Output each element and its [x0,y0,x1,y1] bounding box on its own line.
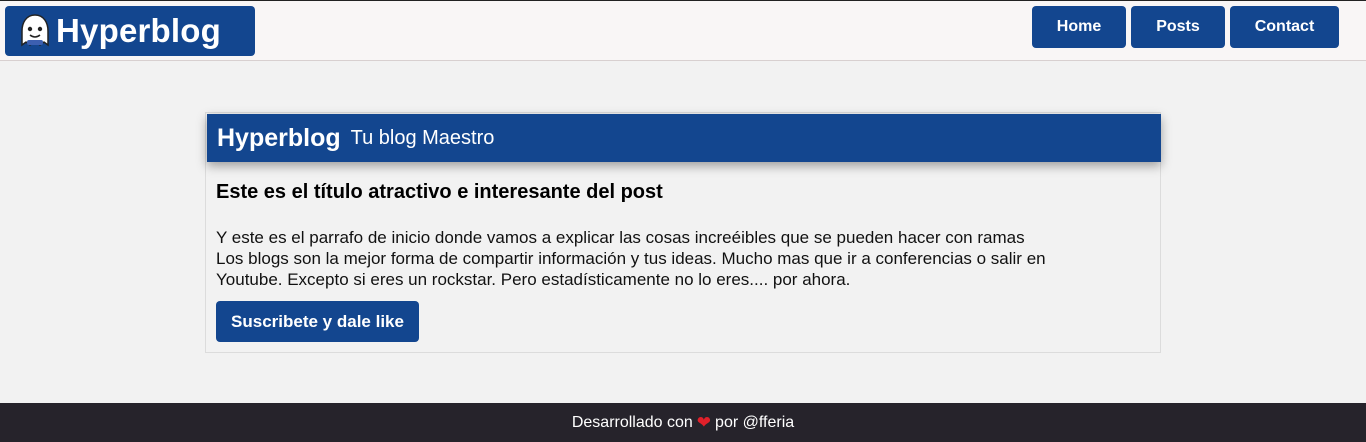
brand-name: Hyperblog [56,12,221,49]
brand-logo-link[interactable]: Hyperblog [5,6,255,56]
ghost-logo-icon [21,14,49,47]
card-header-subtitle: Tu blog Maestro [350,126,495,149]
nav-contact-button[interactable]: Contact [1230,6,1339,48]
card-header: Hyperblog Tu blog Maestro [207,114,1161,162]
subscribe-button[interactable]: Suscribete y dale like [216,301,419,342]
top-navbar: Hyperblog Home Posts Contact [0,0,1366,61]
nav-posts-button[interactable]: Posts [1131,6,1225,48]
footer-prefix: Desarrollado con [571,413,693,431]
footer: Desarrollado con ❤ por @fferia [0,403,1366,442]
post-title: Este es el título atractivo e interesant… [216,181,663,203]
nav-home-button[interactable]: Home [1032,6,1126,48]
heart-icon: ❤ [696,412,712,432]
post-card: Hyperblog Tu blog Maestro Este es el tít… [205,112,1161,353]
footer-author: por @fferia [715,413,795,431]
post-intro-line: Y este es el parrafo de inicio donde vam… [216,228,1025,247]
main-nav: Home Posts Contact [1032,6,1339,48]
card-header-title: Hyperblog [217,123,341,152]
post-paragraph: Los blogs son la mejor forma de comparti… [216,249,1046,289]
post-body: Y este es el parrafo de inicio donde vam… [216,227,1116,290]
